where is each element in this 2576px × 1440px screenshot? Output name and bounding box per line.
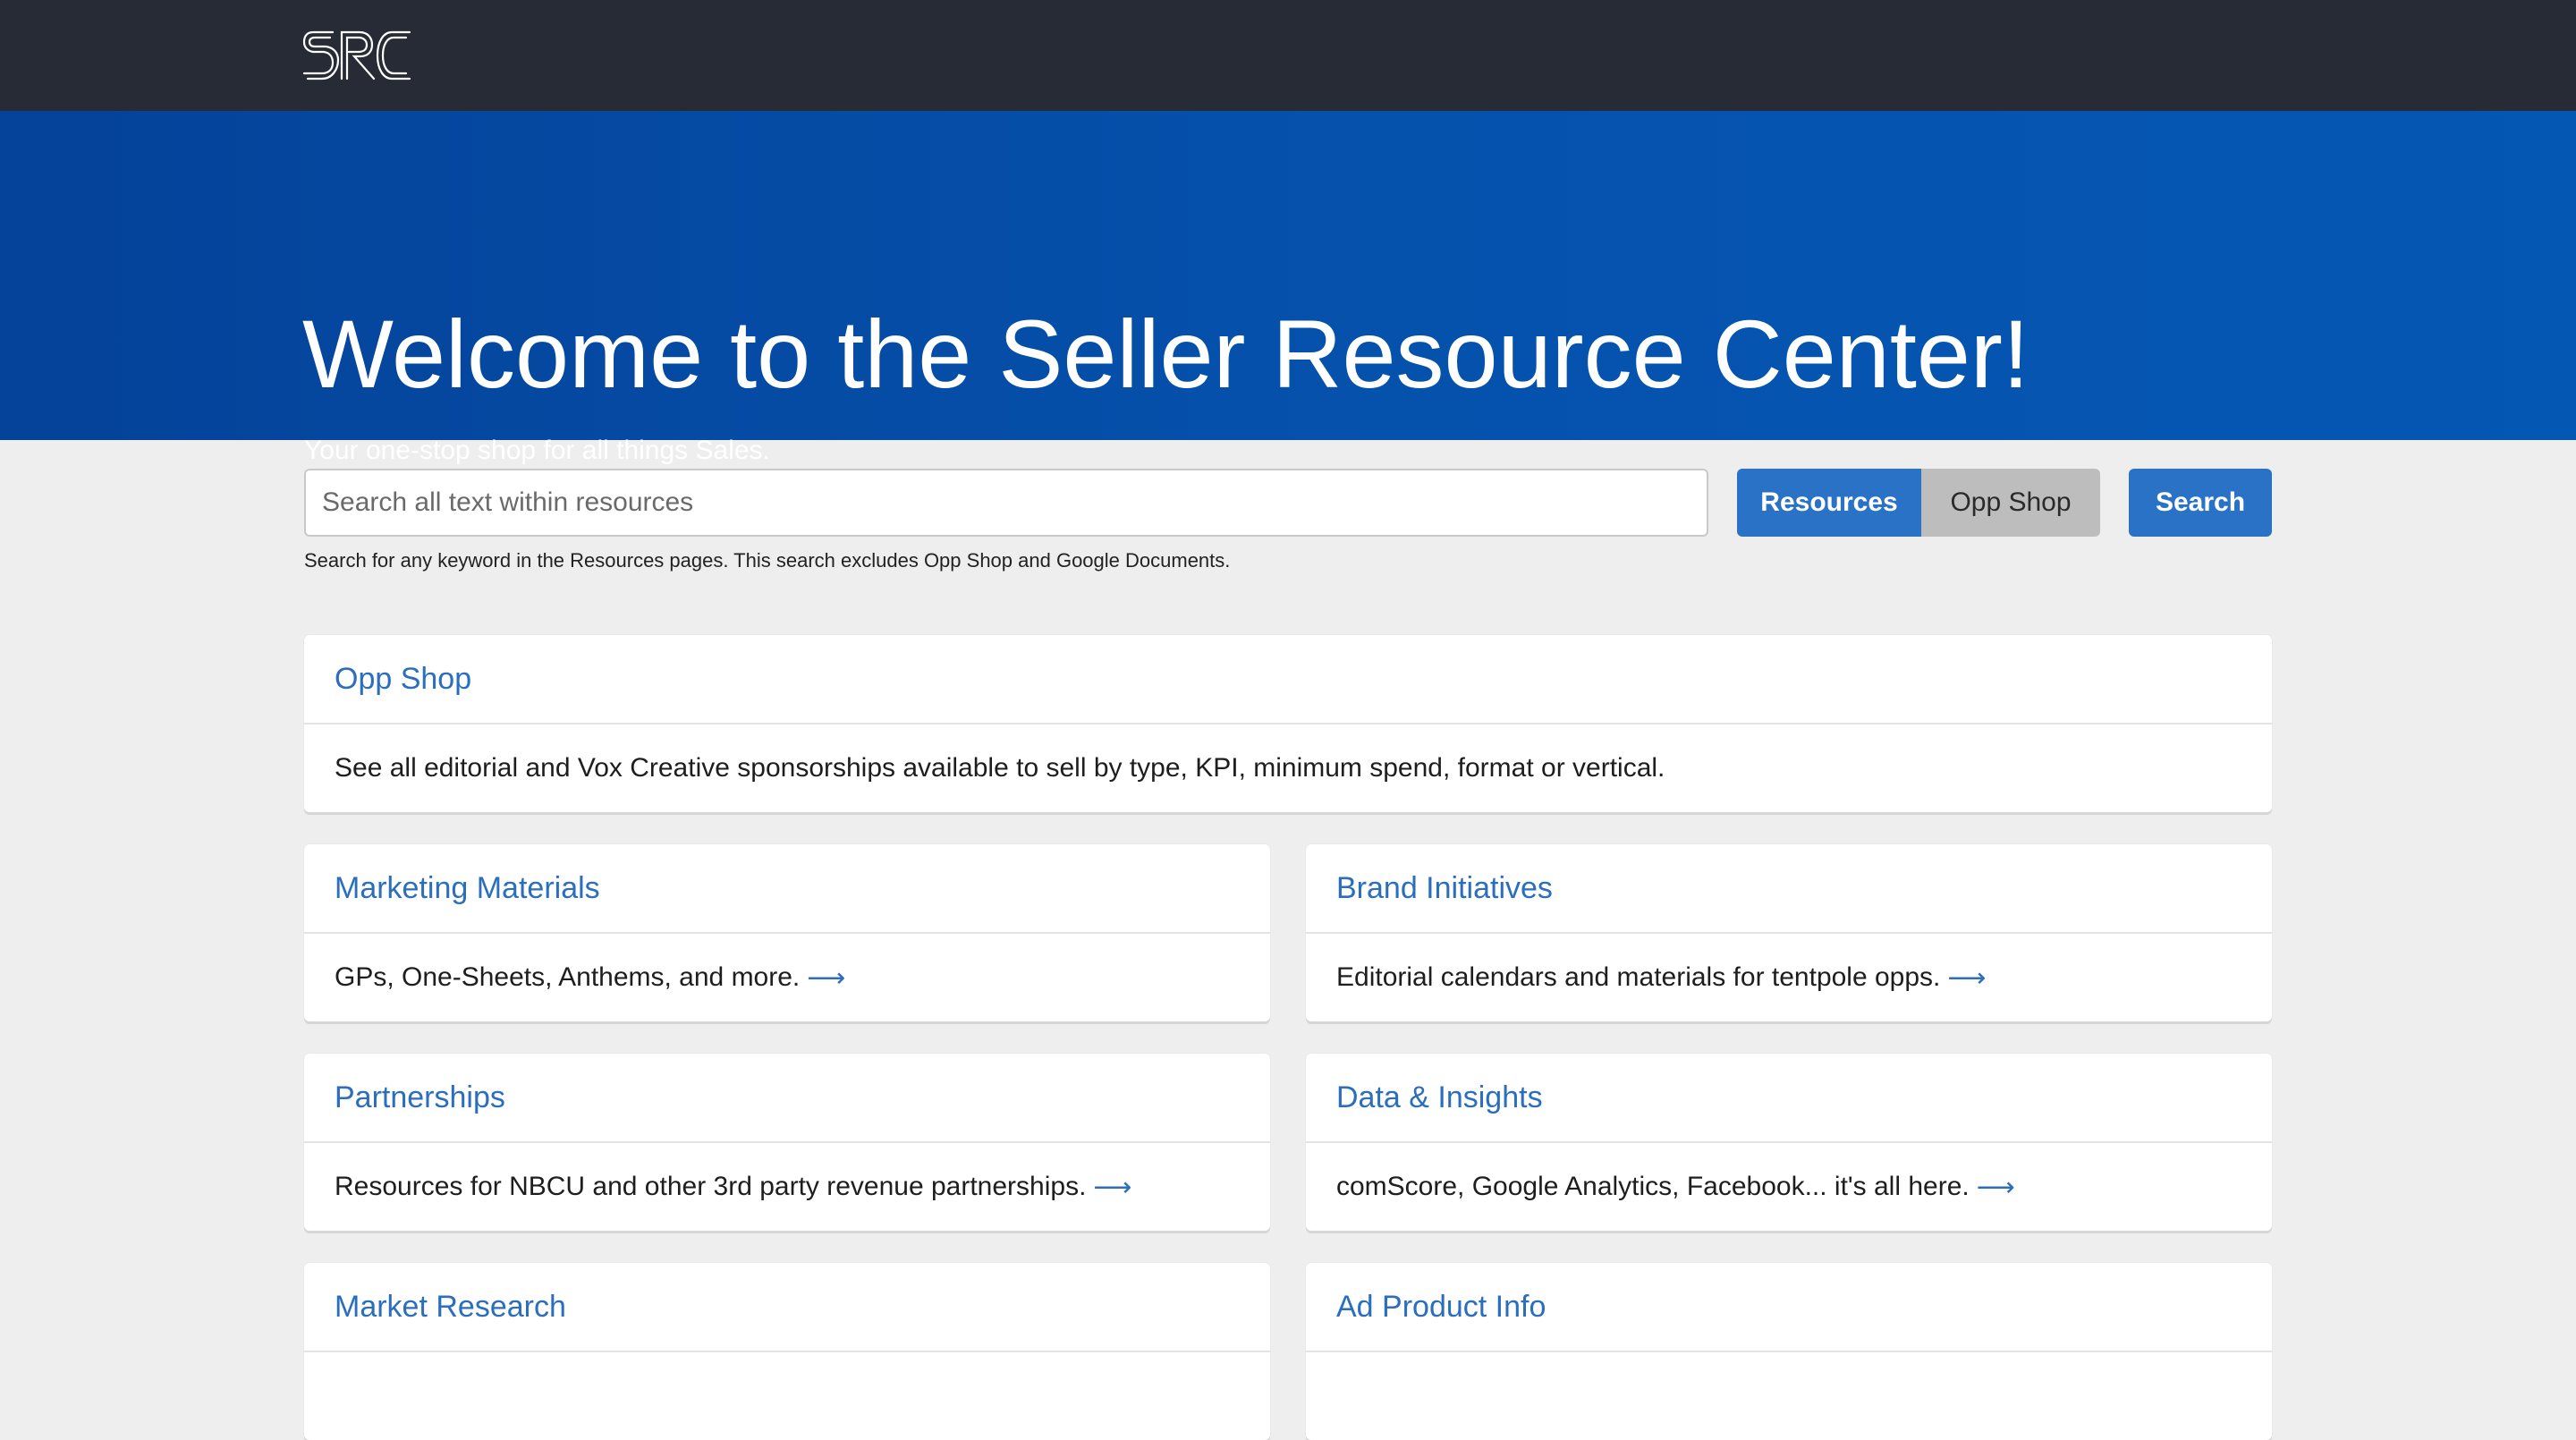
card-header: Partnerships — [304, 1054, 1270, 1143]
arrow-right-icon[interactable]: ⟶ — [1093, 1172, 1131, 1203]
page-title: Welcome to the Seller Resource Center! — [302, 300, 2029, 408]
arrow-right-icon[interactable]: ⟶ — [1977, 1172, 2015, 1203]
card-description: Editorial calendars and materials for te… — [1306, 934, 2272, 1021]
hero-banner: Welcome to the Seller Resource Center! Y… — [0, 111, 2576, 465]
card-title-link[interactable]: Opp Shop — [335, 661, 471, 697]
card-title-link[interactable]: Market Research — [335, 1289, 566, 1325]
card-title-link[interactable]: Brand Initiatives — [1336, 870, 1553, 906]
search-button[interactable]: Search — [2129, 469, 2272, 537]
card-title-link[interactable]: Ad Product Info — [1336, 1289, 1546, 1325]
card-brand-initiatives: Brand Initiatives Editorial calendars an… — [1306, 844, 2272, 1021]
card-header: Ad Product Info — [1306, 1263, 2272, 1352]
search-input[interactable] — [304, 469, 1708, 537]
card-description: See all editorial and Vox Creative spons… — [304, 724, 2272, 812]
card-header: Market Research — [304, 1263, 1270, 1352]
card-description-text: GPs, One-Sheets, Anthems, and more. — [335, 962, 801, 992]
scope-resources-button[interactable]: Resources — [1737, 469, 1921, 537]
scope-opp-shop-button[interactable]: Opp Shop — [1921, 469, 2100, 537]
src-logo[interactable] — [302, 27, 413, 84]
card-description: Resources for NBCU and other 3rd party r… — [304, 1143, 1270, 1231]
card-description-text: Resources for NBCU and other 3rd party r… — [335, 1172, 1087, 1201]
card-marketing-materials: Marketing Materials GPs, One-Sheets, Ant… — [304, 844, 1270, 1021]
card-header: Opp Shop — [304, 635, 2272, 724]
card-ad-product-info: Ad Product Info — [1306, 1263, 2272, 1440]
card-description-text: Editorial calendars and materials for te… — [1336, 962, 1941, 992]
search-hint-text: Search for any keyword in the Resources … — [304, 549, 1231, 572]
arrow-right-icon[interactable]: ⟶ — [807, 962, 845, 994]
card-title-link[interactable]: Data & Insights — [1336, 1080, 1543, 1115]
card-description: comScore, Google Analytics, Facebook... … — [1306, 1143, 2272, 1231]
page-subtitle: Your one-stop shop for all things Sales. — [304, 436, 770, 465]
top-nav-bar — [0, 0, 2576, 111]
card-title-link[interactable]: Partnerships — [335, 1080, 505, 1115]
card-opp-shop: Opp Shop See all editorial and Vox Creat… — [304, 635, 2272, 812]
card-description-text: comScore, Google Analytics, Facebook... … — [1336, 1172, 1970, 1201]
card-partnerships: Partnerships Resources for NBCU and othe… — [304, 1054, 1270, 1231]
card-header: Marketing Materials — [304, 844, 1270, 934]
arrow-right-icon[interactable]: ⟶ — [1947, 962, 1986, 994]
search-section: Resources Opp Shop Search Search for any… — [304, 469, 2272, 576]
card-description-text: See all editorial and Vox Creative spons… — [335, 753, 1665, 783]
card-data-insights: Data & Insights comScore, Google Analyti… — [1306, 1054, 2272, 1231]
card-title-link[interactable]: Marketing Materials — [335, 870, 600, 906]
card-header: Data & Insights — [1306, 1054, 2272, 1143]
card-description: GPs, One-Sheets, Anthems, and more. ⟶ — [304, 934, 1270, 1021]
card-header: Brand Initiatives — [1306, 844, 2272, 934]
card-market-research: Market Research — [304, 1263, 1270, 1440]
search-scope-toggle: Resources Opp Shop — [1737, 469, 2100, 537]
